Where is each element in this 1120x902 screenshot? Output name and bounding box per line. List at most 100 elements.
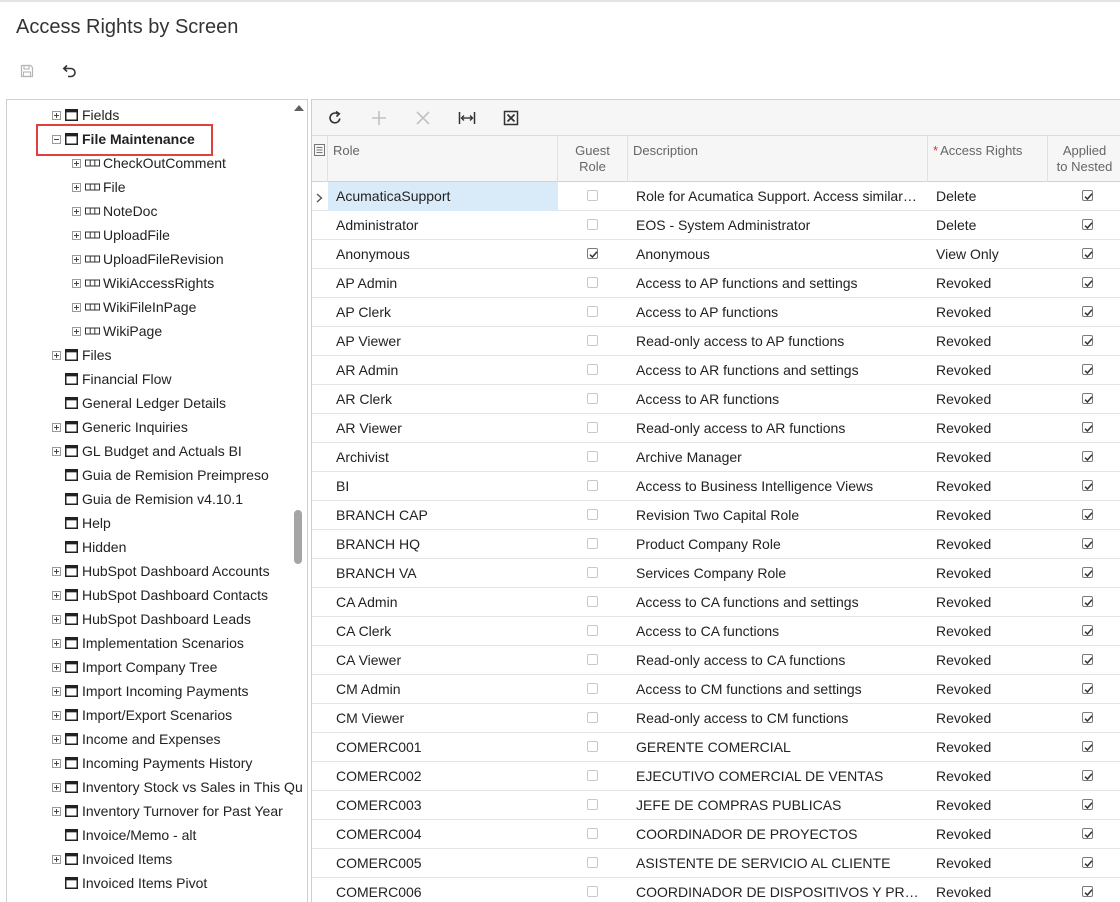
cell-role[interactable]: COMERC002	[328, 762, 558, 791]
cell-access-rights[interactable]: Revoked	[928, 443, 1048, 472]
tree-table-item[interactable]: HubSpot Dashboard Contacts	[51, 583, 268, 607]
cell-access-rights[interactable]: Revoked	[928, 385, 1048, 414]
guest-role-checkbox[interactable]	[587, 480, 598, 491]
tree-table-item[interactable]: GL Budget and Actuals BI	[51, 439, 242, 463]
expand-icon[interactable]	[71, 326, 81, 336]
cell-role[interactable]: BI	[328, 472, 558, 501]
tree-table-item[interactable]: Incoming Payments History	[51, 751, 252, 775]
cell-description[interactable]: Role for Acumatica Support. Access simil…	[628, 182, 928, 211]
table-row[interactable]: Anonymous Anonymous View Only	[312, 240, 1120, 269]
column-header-guest-role[interactable]: Guest Role	[558, 136, 628, 182]
tree-field-item[interactable]: File	[71, 175, 126, 199]
cell-description[interactable]: ASISTENTE DE SERVICIO AL CLIENTE	[628, 849, 928, 878]
column-header-role[interactable]: Role	[328, 136, 558, 182]
table-row[interactable]: AR Viewer Read-only access to AR function…	[312, 414, 1120, 443]
table-row[interactable]: CM Admin Access to CM functions and setti…	[312, 675, 1120, 704]
cell-access-rights[interactable]: Revoked	[928, 675, 1048, 704]
cell-access-rights[interactable]: Revoked	[928, 791, 1048, 820]
table-row[interactable]: CA Admin Access to CA functions and setti…	[312, 588, 1120, 617]
cell-description[interactable]: Access to CA functions and settings	[628, 588, 928, 617]
cell-role[interactable]: CA Clerk	[328, 617, 558, 646]
applied-to-nested-checkbox[interactable]	[1082, 654, 1093, 665]
cell-access-rights[interactable]: Delete	[928, 211, 1048, 240]
table-row[interactable]: CM Viewer Read-only access to CM function…	[312, 704, 1120, 733]
tree-table-item[interactable]: Help	[51, 511, 111, 535]
cell-role[interactable]: AR Clerk	[328, 385, 558, 414]
table-row[interactable]: AR Admin Access to AR functions and setti…	[312, 356, 1120, 385]
cell-role[interactable]: COMERC005	[328, 849, 558, 878]
guest-role-checkbox[interactable]	[587, 306, 598, 317]
cell-description[interactable]: Services Company Role	[628, 559, 928, 588]
applied-to-nested-checkbox[interactable]	[1082, 219, 1093, 230]
guest-role-checkbox[interactable]	[587, 683, 598, 694]
applied-to-nested-checkbox[interactable]	[1082, 306, 1093, 317]
guest-role-checkbox[interactable]	[587, 799, 598, 810]
cell-role[interactable]: AR Viewer	[328, 414, 558, 443]
expand-icon[interactable]	[51, 566, 61, 576]
tree-table-item[interactable]: Generic Inquiries	[51, 415, 188, 439]
tree-table-item[interactable]: Invoiced Items Pivot	[51, 871, 207, 895]
applied-to-nested-checkbox[interactable]	[1082, 277, 1093, 288]
cell-role[interactable]: BRANCH CAP	[328, 501, 558, 530]
cell-description[interactable]: Access to CA functions	[628, 617, 928, 646]
expand-icon[interactable]	[71, 278, 81, 288]
tree-table-item[interactable]: HubSpot Dashboard Accounts	[51, 559, 270, 583]
tree-field-item[interactable]: WikiPage	[71, 319, 162, 343]
guest-role-checkbox[interactable]	[587, 828, 598, 839]
applied-to-nested-checkbox[interactable]	[1082, 857, 1093, 868]
guest-role-checkbox[interactable]	[587, 712, 598, 723]
guest-role-checkbox[interactable]	[587, 190, 598, 201]
expand-icon[interactable]	[71, 206, 81, 216]
guest-role-checkbox[interactable]	[587, 248, 598, 259]
table-row[interactable]: CA Clerk Access to CA functions Revoked	[312, 617, 1120, 646]
cell-role[interactable]: Administrator	[328, 211, 558, 240]
table-row[interactable]: CA Viewer Read-only access to CA function…	[312, 646, 1120, 675]
cell-role[interactable]: CA Viewer	[328, 646, 558, 675]
tree-table-item[interactable]: Hidden	[51, 535, 126, 559]
applied-to-nested-checkbox[interactable]	[1082, 596, 1093, 607]
expand-icon[interactable]	[51, 710, 61, 720]
column-header-applied-to-nested[interactable]: Applied to Nested	[1048, 136, 1120, 182]
applied-to-nested-checkbox[interactable]	[1082, 683, 1093, 694]
table-row[interactable]: AP Admin Access to AP functions and setti…	[312, 269, 1120, 298]
scroll-up-icon[interactable]	[294, 104, 304, 112]
table-row[interactable]: BI Access to Business Intelligence Views R…	[312, 472, 1120, 501]
expand-icon[interactable]	[51, 758, 61, 768]
cell-access-rights[interactable]: Revoked	[928, 646, 1048, 675]
applied-to-nested-checkbox[interactable]	[1082, 393, 1093, 404]
cell-access-rights[interactable]: Revoked	[928, 414, 1048, 443]
cell-role[interactable]: COMERC003	[328, 791, 558, 820]
cell-role[interactable]: AP Admin	[328, 269, 558, 298]
cell-description[interactable]: Read-only access to AP functions	[628, 327, 928, 356]
cell-description[interactable]: Access to AR functions	[628, 385, 928, 414]
scrollbar-thumb[interactable]	[294, 510, 302, 564]
cell-description[interactable]: Anonymous	[628, 240, 928, 269]
cell-access-rights[interactable]: Revoked	[928, 849, 1048, 878]
cell-role[interactable]: COMERC006	[328, 878, 558, 902]
cell-access-rights[interactable]: Revoked	[928, 588, 1048, 617]
expand-icon[interactable]	[51, 686, 61, 696]
guest-role-checkbox[interactable]	[587, 886, 598, 897]
tree-field-item[interactable]: NoteDoc	[71, 199, 157, 223]
cell-access-rights[interactable]: Revoked	[928, 501, 1048, 530]
undo-button[interactable]	[56, 58, 82, 84]
cell-description[interactable]: Access to AP functions and settings	[628, 269, 928, 298]
cell-description[interactable]: Archive Manager	[628, 443, 928, 472]
cell-access-rights[interactable]: Revoked	[928, 733, 1048, 762]
applied-to-nested-checkbox[interactable]	[1082, 364, 1093, 375]
cell-role[interactable]: CM Admin	[328, 675, 558, 704]
tree-field-item[interactable]: CheckOutComment	[71, 151, 226, 175]
expand-icon[interactable]	[51, 446, 61, 456]
tree-scrollbar[interactable]	[292, 100, 306, 902]
tree-table-item[interactable]: Implementation Scenarios	[51, 631, 244, 655]
guest-role-checkbox[interactable]	[587, 857, 598, 868]
guest-role-checkbox[interactable]	[587, 741, 598, 752]
cell-role[interactable]: BRANCH VA	[328, 559, 558, 588]
table-row[interactable]: COMERC003 JEFE DE COMPRAS PUBLICAS Revoked	[312, 791, 1120, 820]
guest-role-checkbox[interactable]	[587, 538, 598, 549]
applied-to-nested-checkbox[interactable]	[1082, 451, 1093, 462]
table-row[interactable]: COMERC005 ASISTENTE DE SERVICIO AL CLIENT…	[312, 849, 1120, 878]
expand-icon[interactable]	[71, 182, 81, 192]
cell-access-rights[interactable]: Revoked	[928, 617, 1048, 646]
applied-to-nested-checkbox[interactable]	[1082, 625, 1093, 636]
